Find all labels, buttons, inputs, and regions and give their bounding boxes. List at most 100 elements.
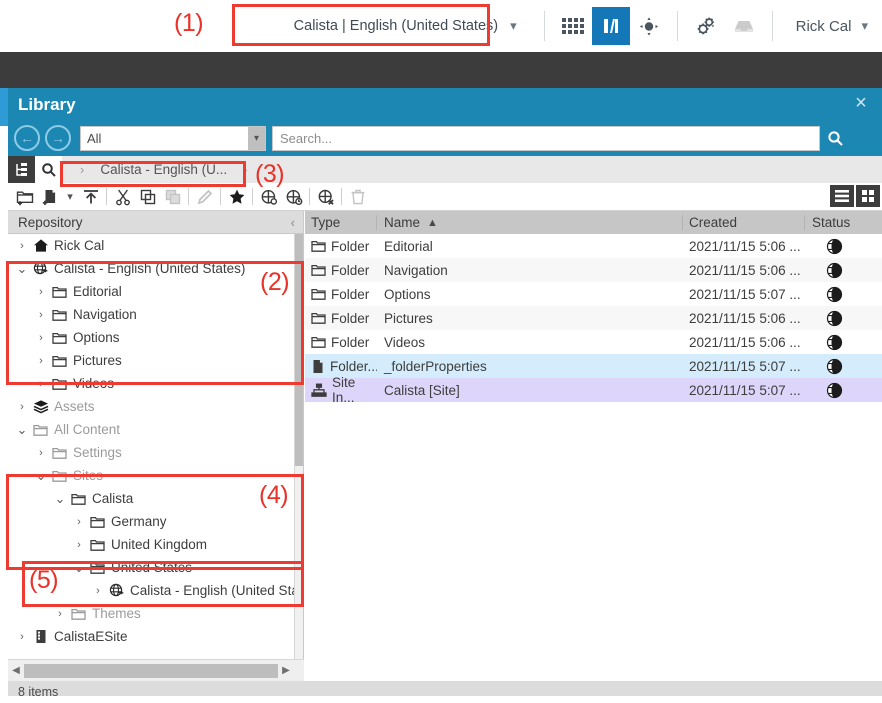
tree-horizontal-scrollbar[interactable]: ◀ ▶	[8, 659, 304, 681]
table-row[interactable]: Folder... _folderProperties 2021/11/15 5:0…	[305, 354, 882, 378]
chevron-down-icon[interactable]: ⌄	[14, 262, 30, 275]
tree-node-label: Calista	[92, 491, 134, 506]
chevron-right-icon[interactable]: ›	[33, 332, 49, 344]
search-icon[interactable]	[35, 156, 62, 183]
arrow-forward-icon[interactable]: →	[45, 125, 71, 151]
chevron-right-icon[interactable]: ›	[33, 355, 49, 367]
annotation-4: (4)	[259, 481, 289, 509]
scope-select[interactable]: All ▾	[80, 125, 266, 151]
tree-vertical-scrollbar[interactable]	[294, 234, 303, 660]
apps-grid-icon[interactable]	[554, 7, 592, 45]
column-header-name[interactable]: Name ▲	[377, 215, 683, 230]
chevron-right-icon[interactable]: ›	[90, 585, 106, 597]
chevron-right-icon[interactable]: ›	[71, 539, 87, 551]
chevron-right-icon[interactable]: ›	[52, 608, 68, 620]
grid-view-icon[interactable]	[856, 185, 880, 207]
cell-name[interactable]: Pictures	[377, 311, 683, 326]
table-row[interactable]: Folder Options 2021/11/15 5:07 ...	[305, 282, 882, 306]
tree-hscrollbar-thumb[interactable]	[24, 663, 278, 678]
cell-name[interactable]: Calista [Site]	[377, 383, 683, 398]
tree-node[interactable]: ⌄ All Content	[8, 418, 303, 441]
column-header-created[interactable]: Created	[683, 215, 805, 230]
tree-node[interactable]: › Videos	[8, 372, 303, 395]
tree-node[interactable]: ⌄ Calista - English (United States)	[8, 257, 303, 280]
tree-node[interactable]: › United Kingdom	[8, 533, 303, 556]
column-header-type[interactable]: Type	[305, 215, 377, 230]
tree-view-icon[interactable]	[8, 156, 35, 183]
cut-button[interactable]	[110, 185, 135, 209]
breadcrumb[interactable]: › Calista - English (U... ›	[66, 159, 261, 181]
new-content-dropdown-chevron[interactable]: ▾	[62, 185, 78, 209]
tree-node[interactable]: › Rick Cal	[8, 234, 303, 257]
new-content-button[interactable]	[37, 185, 62, 209]
cell-type: Site In...	[305, 375, 377, 405]
tree-node[interactable]: › Settings	[8, 441, 303, 464]
cell-name[interactable]: Options	[377, 287, 683, 302]
chevron-right-icon[interactable]: ›	[14, 401, 30, 413]
cell-name[interactable]: Navigation	[377, 263, 683, 278]
table-row[interactable]: Folder Videos 2021/11/15 5:06 ...	[305, 330, 882, 354]
cell-type: Folder	[305, 263, 377, 278]
sites-target-icon[interactable]	[630, 7, 668, 45]
table-row[interactable]: Folder Pictures 2021/11/15 5:06 ...	[305, 306, 882, 330]
delete-button	[345, 185, 370, 209]
tree-node-label: Germany	[111, 514, 167, 529]
table-row[interactable]: Folder Navigation 2021/11/15 5:06 ...	[305, 258, 882, 282]
table-row[interactable]: Folder Editorial 2021/11/15 5:06 ...	[305, 234, 882, 258]
favorite-star-button[interactable]	[224, 185, 249, 209]
tree-node[interactable]: › Editorial	[8, 280, 303, 303]
chevron-down-icon[interactable]: ⌄	[52, 492, 68, 505]
tree-node[interactable]: › Pictures	[8, 349, 303, 372]
cell-type: Folder	[305, 287, 377, 302]
upload-button[interactable]	[78, 185, 103, 209]
library-books-icon[interactable]	[591, 7, 630, 45]
chevron-down-icon[interactable]: ⌄	[71, 561, 87, 574]
tree-node[interactable]: › Assets	[8, 395, 303, 418]
collapse-panel-icon[interactable]: ‹	[291, 215, 295, 230]
breadcrumb-item[interactable]: Calista - English (U...	[100, 162, 227, 177]
user-menu[interactable]: Rick Cal ▾	[782, 18, 882, 35]
copy-button[interactable]	[135, 185, 160, 209]
annotation-3: (3)	[255, 160, 285, 188]
tree-node[interactable]: › Germany	[8, 510, 303, 533]
tree-node[interactable]: › Navigation	[8, 303, 303, 326]
chevron-right-icon[interactable]: ›	[33, 447, 49, 459]
inbox-tray-icon[interactable]	[725, 7, 763, 45]
chevron-right-icon[interactable]: ›	[71, 516, 87, 528]
unpublish-button[interactable]	[313, 185, 338, 209]
chevron-right-icon[interactable]: ›	[33, 286, 49, 298]
tree-scrollbar-thumb[interactable]	[295, 234, 303, 466]
scroll-right-arrow-icon[interactable]: ▶	[278, 665, 294, 676]
publish-now-button[interactable]	[281, 185, 306, 209]
cell-type-label: Folder	[331, 334, 370, 350]
list-view-icon[interactable]	[830, 185, 854, 207]
chevron-right-icon[interactable]: ›	[33, 378, 49, 390]
globe-icon	[106, 583, 127, 598]
tree-node-label: United Kingdom	[111, 537, 208, 552]
chevron-right-icon[interactable]: ›	[14, 240, 30, 252]
table-row[interactable]: Site In... Calista [Site] 2021/11/15 5:07 …	[305, 375, 882, 405]
tree-node[interactable]: › CalistaESite	[8, 625, 303, 648]
globe-icon	[30, 261, 51, 276]
search-input[interactable]: Search...	[272, 125, 820, 151]
site-language-selector[interactable]: Calista | English (United States) ▾	[280, 9, 531, 43]
search-icon[interactable]	[820, 130, 850, 147]
cell-name[interactable]: _folderProperties	[377, 359, 683, 374]
new-folder-button[interactable]	[12, 185, 37, 209]
cell-name[interactable]: Editorial	[377, 239, 683, 254]
column-header-status[interactable]: Status	[805, 215, 882, 230]
tree-node[interactable]: › Themes	[8, 602, 303, 625]
chevron-right-icon[interactable]: ›	[14, 631, 30, 643]
chevron-down-icon[interactable]: ⌄	[33, 469, 49, 482]
close-icon[interactable]: ×	[850, 92, 872, 114]
gears-settings-icon[interactable]	[687, 7, 725, 45]
sitemap-icon	[311, 383, 327, 398]
tree-node-label: CalistaESite	[54, 629, 128, 644]
tree-node-label: Rick Cal	[54, 238, 105, 253]
chevron-right-icon[interactable]: ›	[33, 309, 49, 321]
arrow-back-icon[interactable]: ←	[14, 125, 40, 151]
chevron-down-icon[interactable]: ⌄	[14, 423, 30, 436]
tree-node[interactable]: › Options	[8, 326, 303, 349]
cell-name[interactable]: Videos	[377, 335, 683, 350]
scroll-left-arrow-icon[interactable]: ◀	[8, 665, 24, 676]
